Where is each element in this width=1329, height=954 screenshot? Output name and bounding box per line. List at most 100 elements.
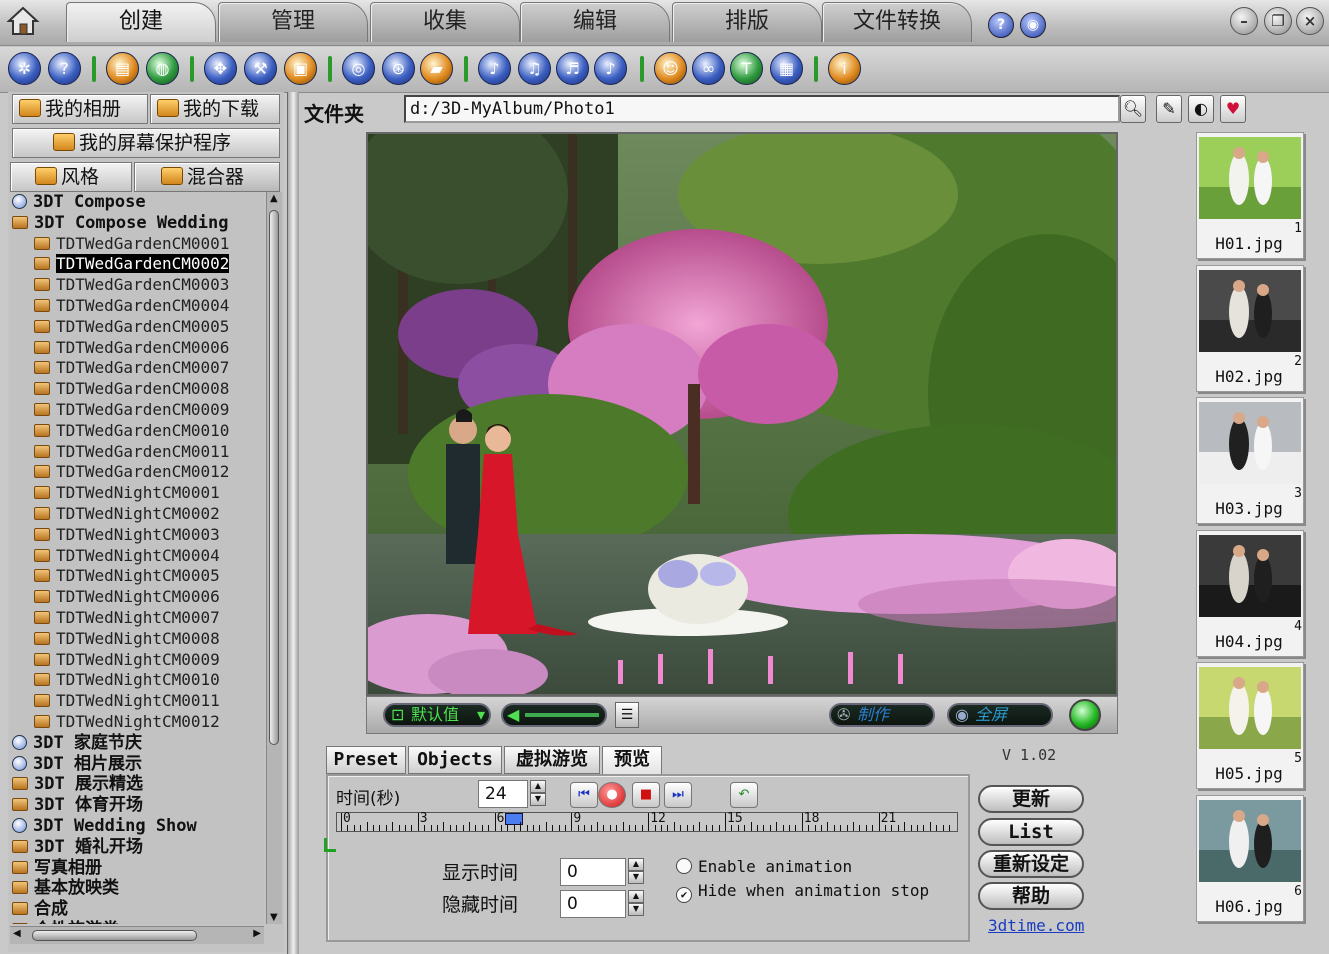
tab-create[interactable]: 创建 bbox=[66, 2, 216, 42]
time-stepper[interactable]: ▲ ▼ bbox=[530, 780, 546, 808]
info-icon[interactable]: ◉ bbox=[1020, 12, 1046, 38]
person-icon[interactable]: ☺ bbox=[654, 52, 687, 85]
my-album-button[interactable]: 我的相册 bbox=[12, 94, 148, 124]
link-icon[interactable]: ∞ bbox=[692, 52, 725, 85]
tab-collect[interactable]: 收集 bbox=[370, 2, 520, 42]
tree-item[interactable]: 3DT 展示精选 bbox=[10, 774, 264, 795]
scroll-up-icon[interactable]: ▲ bbox=[270, 193, 278, 204]
tree-item[interactable]: TDTWedGardenCM0005 bbox=[10, 317, 264, 338]
tree-item[interactable]: TDTWedGardenCM0001 bbox=[10, 234, 264, 255]
style-tree[interactable]: 3DT Compose 3DT Compose Wedding TDTWedGard… bbox=[10, 192, 264, 924]
folder-icon[interactable]: ▰ bbox=[420, 52, 453, 85]
tree-item[interactable]: 3DT Compose bbox=[10, 192, 264, 213]
checkbox-icon[interactable]: ✔ bbox=[676, 887, 692, 903]
show-time-stepper[interactable]: ▲ ▼ bbox=[628, 858, 644, 886]
tree-item[interactable]: TDTWedGardenCM0004 bbox=[10, 296, 264, 317]
hide-when-stop-option[interactable]: ✔ Hide when animation stop bbox=[676, 881, 929, 903]
tree-item[interactable]: 3DT Compose Wedding bbox=[10, 213, 264, 234]
thumbnail-card[interactable]: 4 H04.jpg bbox=[1196, 529, 1304, 657]
tab-preview[interactable]: 预览 bbox=[602, 746, 662, 774]
tree-item[interactable]: TDTWedNightCM0011 bbox=[10, 691, 264, 712]
film-icon[interactable]: ▣ bbox=[284, 52, 317, 85]
hammer-icon[interactable]: ⚒ bbox=[244, 52, 277, 85]
timeline-ruler[interactable]: 0 3 6 9 12 15 18 21 bbox=[336, 811, 958, 832]
tree-item[interactable]: TDTWedNightCM0004 bbox=[10, 546, 264, 567]
text-icon[interactable]: T bbox=[730, 52, 763, 85]
music-cd-icon[interactable]: ♬ bbox=[556, 52, 589, 85]
stop-button[interactable]: ■ bbox=[632, 782, 660, 808]
tree-item[interactable]: TDTWedNightCM0012 bbox=[10, 712, 264, 733]
time-input[interactable]: 24 bbox=[478, 780, 528, 808]
make-button[interactable]: ✇ 制作 bbox=[829, 703, 935, 727]
vertical-scrollbar[interactable]: ▲ ▼ bbox=[266, 192, 282, 924]
tab-objects[interactable]: Objects bbox=[408, 746, 502, 774]
record-button[interactable]: ● bbox=[598, 782, 626, 808]
show-time-input[interactable]: 0 bbox=[560, 858, 626, 886]
tree-item[interactable]: TDTWedGardenCM0011 bbox=[10, 442, 264, 463]
tree-item[interactable]: 3DT 家庭节庆 bbox=[10, 733, 264, 754]
tab-virtual-tour[interactable]: 虚拟游览 bbox=[504, 746, 600, 774]
tree-item[interactable]: 写真相册 bbox=[10, 858, 264, 879]
globe-icon[interactable]: ◍ bbox=[146, 52, 179, 85]
tree-item[interactable]: 基本放映类 bbox=[10, 878, 264, 899]
move-icon[interactable]: ✥ bbox=[204, 52, 237, 85]
hide-time-stepper[interactable]: ▲ ▼ bbox=[628, 890, 644, 918]
tab-style[interactable]: 风格 bbox=[10, 162, 132, 192]
tree-item[interactable]: TDTWedNightCM0009 bbox=[10, 650, 264, 671]
tree-item[interactable]: 3DT 相片展示 bbox=[10, 754, 264, 775]
radio-icon[interactable] bbox=[676, 858, 692, 874]
tab-mixer[interactable]: 混合器 bbox=[134, 162, 280, 192]
pencil-icon[interactable]: ✎ bbox=[1156, 95, 1182, 123]
tree-item[interactable]: TDTWedGardenCM0006 bbox=[10, 338, 264, 359]
music-delete-icon[interactable]: ♪ bbox=[594, 52, 627, 85]
tab-layout[interactable]: 排版 bbox=[672, 2, 822, 42]
list-icon[interactable]: ☰ bbox=[615, 702, 639, 728]
arrow-up-icon[interactable]: ▲ bbox=[530, 780, 546, 793]
hide-time-input[interactable]: 0 bbox=[560, 890, 626, 918]
undo-icon[interactable]: ↶ bbox=[730, 782, 758, 808]
info-icon[interactable]: i bbox=[828, 52, 861, 85]
tree-item[interactable]: TDTWedNightCM0008 bbox=[10, 629, 264, 650]
tab-preset[interactable]: Preset bbox=[326, 746, 406, 774]
tree-item[interactable]: TDTWedNightCM0003 bbox=[10, 525, 264, 546]
music-edit-icon[interactable]: ♫ bbox=[518, 52, 551, 85]
scroll-left-icon[interactable]: ◀ bbox=[13, 928, 21, 939]
tree-item[interactable]: TDTWedGardenCM0008 bbox=[10, 379, 264, 400]
settings-icon[interactable]: ✲ bbox=[8, 52, 41, 85]
my-download-button[interactable]: 我的下载 bbox=[150, 94, 280, 124]
hscroll-thumb[interactable] bbox=[32, 930, 197, 941]
horizontal-scrollbar[interactable]: ◀ ▶ bbox=[10, 926, 264, 944]
help-icon[interactable]: ? bbox=[48, 52, 81, 85]
website-link[interactable]: 3dtime.com bbox=[988, 916, 1084, 935]
thumbnail-card[interactable]: 2 H02.jpg bbox=[1196, 264, 1304, 392]
music-note-icon[interactable]: ♪ bbox=[478, 52, 511, 85]
minimize-button[interactable]: – bbox=[1230, 7, 1258, 35]
restore-button[interactable]: ❐ bbox=[1264, 7, 1292, 35]
tree-item[interactable]: TDTWedGardenCM0003 bbox=[10, 275, 264, 296]
arrow-down-icon[interactable]: ▼ bbox=[628, 871, 644, 884]
help-button[interactable]: 帮助 bbox=[978, 882, 1084, 910]
tree-item[interactable]: TDTWedGardenCM0002 bbox=[10, 254, 264, 275]
scroll-right-icon[interactable]: ▶ bbox=[253, 928, 261, 939]
tree-item[interactable]: 3DT Wedding Show bbox=[10, 816, 264, 837]
arrow-down-icon[interactable]: ▼ bbox=[530, 793, 546, 806]
scroll-thumb[interactable] bbox=[269, 210, 279, 745]
volume-slider[interactable]: ◀ bbox=[501, 703, 607, 727]
arrow-down-icon[interactable]: ▼ bbox=[628, 903, 644, 916]
list-button[interactable]: List bbox=[978, 818, 1084, 846]
tree-item[interactable]: 3DT 体育开场 bbox=[10, 795, 264, 816]
screensaver-button[interactable]: 我的屏幕保护程序 bbox=[12, 128, 280, 158]
thumbnail-card[interactable]: 3 H03.jpg bbox=[1196, 397, 1304, 524]
thumbnail-card[interactable]: 1 H01.jpg bbox=[1196, 132, 1304, 259]
tree-item[interactable]: 个性旅游类 bbox=[10, 920, 264, 924]
tree-item[interactable]: TDTWedNightCM0010 bbox=[10, 670, 264, 691]
enable-animation-option[interactable]: Enable animation bbox=[676, 857, 852, 876]
close-button[interactable]: × bbox=[1296, 7, 1324, 35]
home-icon[interactable] bbox=[6, 4, 40, 38]
rewind-button[interactable]: ⏮︎ bbox=[570, 782, 598, 808]
tab-file-convert[interactable]: 文件转换 bbox=[822, 2, 972, 42]
thumbnail-card[interactable]: 6 H06.jpg bbox=[1196, 794, 1304, 922]
tree-item[interactable]: TDTWedGardenCM0012 bbox=[10, 462, 264, 483]
tree-item[interactable]: TDTWedGardenCM0010 bbox=[10, 421, 264, 442]
tab-manage[interactable]: 管理 bbox=[218, 2, 368, 42]
